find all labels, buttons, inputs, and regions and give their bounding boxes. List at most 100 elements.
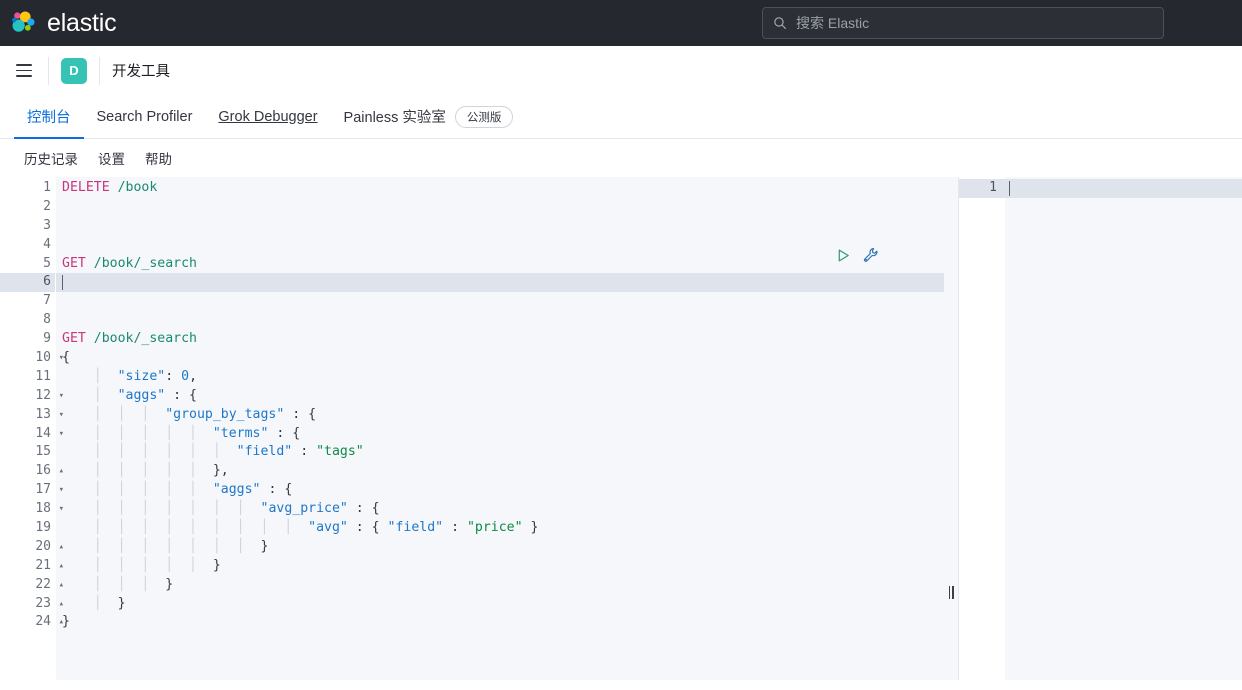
line-number[interactable]: 3 xyxy=(0,217,55,236)
line-number[interactable]: 5 xyxy=(0,255,55,274)
response-code[interactable] xyxy=(1005,177,1242,680)
token-url: /book/_search xyxy=(94,331,197,346)
code-line[interactable]: GET /book/_search xyxy=(56,330,944,349)
token-punct xyxy=(110,180,118,195)
space-avatar[interactable]: D xyxy=(61,58,87,84)
line-number[interactable]: 12▾ xyxy=(0,387,55,406)
line-number[interactable]: 17▾ xyxy=(0,481,55,500)
tab-0[interactable]: 控制台 xyxy=(14,95,84,138)
code-line[interactable]: │ │ │ "group_by_tags" : { xyxy=(56,406,944,425)
code-line[interactable]: } xyxy=(56,613,944,632)
code-line[interactable]: GET /book/_search xyxy=(56,255,944,274)
fold-toggle-icon[interactable]: ▴ xyxy=(54,462,64,481)
token-punct: : xyxy=(443,520,467,535)
token-url: /book/_search xyxy=(94,256,197,271)
tab-3[interactable]: Painless 实验室公测版 xyxy=(331,95,527,138)
code-line[interactable]: │ │ │ │ │ } xyxy=(56,557,944,576)
token-punct: : { xyxy=(348,501,380,516)
fold-toggle-icon[interactable]: ▴ xyxy=(54,557,64,576)
request-gutter[interactable]: 12345678910▾1112▾13▾14▾1516▴17▾18▾1920▴2… xyxy=(0,177,56,680)
fold-toggle-icon[interactable]: ▾ xyxy=(54,349,64,368)
code-line[interactable]: │ │ │ │ │ │ │ │ │ "avg" : { "field" : "p… xyxy=(56,519,944,538)
code-line[interactable]: │ │ │ │ │ │ │ "avg_price" : { xyxy=(56,500,944,519)
token-guide: │ │ │ │ │ │ │ │ │ xyxy=(62,520,308,535)
line-number[interactable]: 13▾ xyxy=(0,406,55,425)
fold-toggle-icon[interactable]: ▾ xyxy=(54,406,64,425)
fold-toggle-icon[interactable]: ▴ xyxy=(54,538,64,557)
submenu-item-1[interactable]: 设置 xyxy=(88,148,135,168)
line-number[interactable]: 24▴ xyxy=(0,613,55,632)
global-search-box[interactable] xyxy=(762,7,1164,39)
line-number[interactable]: 10▾ xyxy=(0,349,55,368)
code-line[interactable]: │ │ │ │ │ │ "field" : "tags" xyxy=(56,443,944,462)
token-guide: │ │ │ │ │ xyxy=(62,482,213,497)
code-line[interactable]: │ "size": 0, xyxy=(56,368,944,387)
fold-toggle-icon[interactable]: ▴ xyxy=(54,595,64,614)
code-line[interactable] xyxy=(56,273,944,292)
code-line[interactable]: │ │ │ │ │ "aggs" : { xyxy=(56,481,944,500)
line-number[interactable]: 20▴ xyxy=(0,538,55,557)
line-number[interactable]: 2 xyxy=(0,198,55,217)
code-line[interactable] xyxy=(56,311,944,330)
line-number[interactable]: 21▴ xyxy=(0,557,55,576)
token-key: "avg" xyxy=(308,520,348,535)
fold-toggle-icon[interactable]: ▾ xyxy=(54,387,64,406)
line-number[interactable]: 14▾ xyxy=(0,425,55,444)
search-input[interactable] xyxy=(796,15,1153,31)
play-triangle-icon[interactable] xyxy=(836,248,851,263)
token-str: "price" xyxy=(467,520,523,535)
hamburger-menu-icon[interactable] xyxy=(10,57,38,85)
line-number[interactable]: 22▴ xyxy=(0,576,55,595)
code-line[interactable]: │ │ │ │ │ "terms" : { xyxy=(56,425,944,444)
code-line[interactable]: │ │ │ │ │ │ │ } xyxy=(56,538,944,557)
code-line[interactable]: DELETE /book xyxy=(56,179,944,198)
tab-bar: 控制台Search Profiler Grok Debugger Painless … xyxy=(0,95,1242,139)
line-number[interactable]: 7 xyxy=(0,292,55,311)
brand[interactable]: elastic xyxy=(0,9,116,37)
line-number[interactable]: 15 xyxy=(0,443,55,462)
beta-badge: 公测版 xyxy=(455,106,514,128)
code-line[interactable]: │ │ │ │ │ }, xyxy=(56,462,944,481)
fold-toggle-icon[interactable]: ▴ xyxy=(54,613,64,632)
line-number[interactable]: 8 xyxy=(0,311,55,330)
fold-toggle-icon[interactable]: ▾ xyxy=(54,500,64,519)
page-title[interactable]: 开发工具 xyxy=(112,60,170,81)
wrench-icon[interactable] xyxy=(863,247,879,263)
code-line[interactable] xyxy=(56,292,944,311)
token-punct: } xyxy=(118,596,126,611)
code-line[interactable]: { xyxy=(56,349,944,368)
fold-toggle-icon[interactable]: ▾ xyxy=(54,481,64,500)
line-number[interactable]: 9 xyxy=(0,330,55,349)
submenu-item-2[interactable]: 帮助 xyxy=(135,148,182,168)
token-guide: │ │ │ │ │ │ xyxy=(62,444,237,459)
line-number[interactable]: 23▴ xyxy=(0,595,55,614)
line-number[interactable]: 1 xyxy=(0,179,55,198)
token-punct: : xyxy=(292,444,316,459)
request-code[interactable]: DELETE /book GET /book/_search GET /book/_… xyxy=(56,177,944,680)
tab-1[interactable]: Search Profiler xyxy=(84,95,206,138)
tab-2[interactable]: Grok Debugger xyxy=(205,95,330,138)
response-pane[interactable]: 1 xyxy=(958,177,1242,680)
code-line[interactable]: │ │ │ } xyxy=(56,576,944,595)
line-number[interactable]: 6 xyxy=(0,273,55,292)
token-guide: │ │ │ │ │ xyxy=(62,426,213,441)
fold-toggle-icon[interactable]: ▴ xyxy=(54,576,64,595)
line-number[interactable]: 4 xyxy=(0,236,55,255)
tab-label: Grok Debugger xyxy=(218,109,317,125)
request-editor-pane[interactable]: 12345678910▾1112▾13▾14▾1516▴17▾18▾1920▴2… xyxy=(0,177,944,680)
code-line[interactable]: │ "aggs" : { xyxy=(56,387,944,406)
brand-name: elastic xyxy=(47,11,116,36)
line-number[interactable]: 19 xyxy=(0,519,55,538)
fold-toggle-icon[interactable]: ▾ xyxy=(54,425,64,444)
submenu-item-0[interactable]: 历史记录 xyxy=(14,148,88,168)
pane-resizer[interactable] xyxy=(944,177,958,680)
code-line[interactable] xyxy=(56,236,944,255)
code-line[interactable] xyxy=(56,217,944,236)
response-line[interactable] xyxy=(1005,179,1242,198)
code-line[interactable]: │ } xyxy=(56,595,944,614)
line-number[interactable]: 11 xyxy=(0,368,55,387)
line-number[interactable]: 16▴ xyxy=(0,462,55,481)
code-line[interactable] xyxy=(56,198,944,217)
line-number[interactable]: 18▾ xyxy=(0,500,55,519)
token-key: "aggs" xyxy=(213,482,261,497)
